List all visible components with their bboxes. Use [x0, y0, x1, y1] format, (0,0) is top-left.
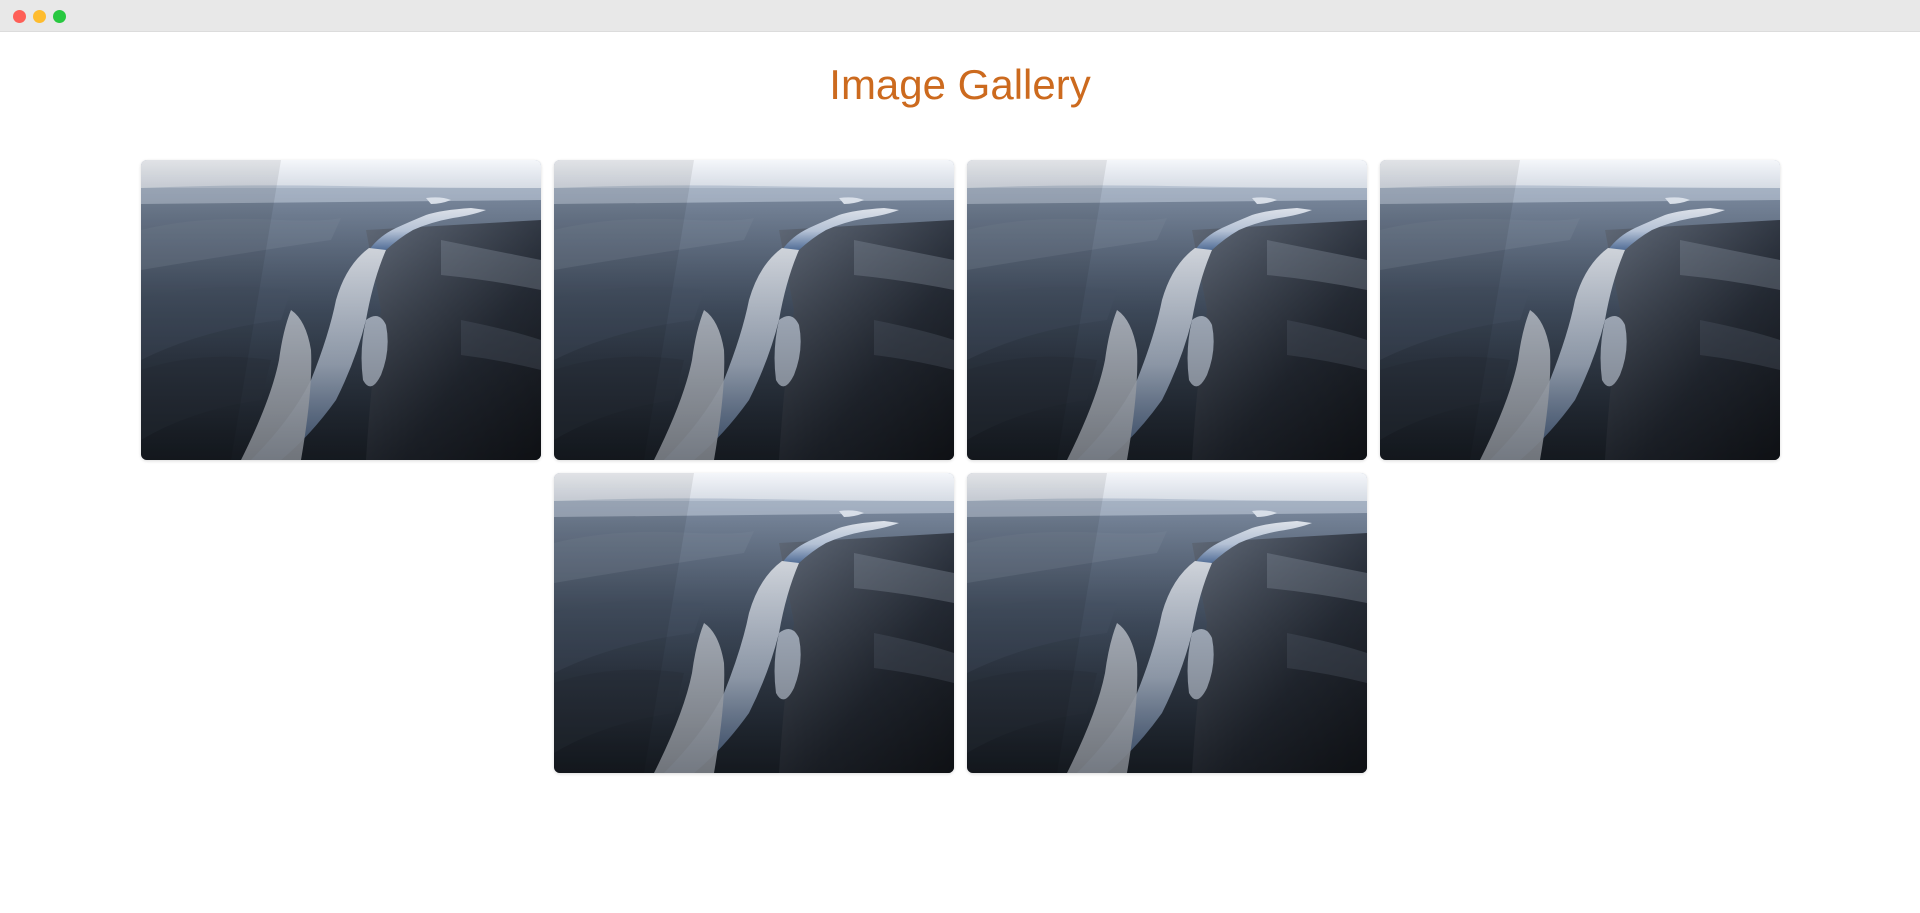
- gallery-image[interactable]: [966, 473, 1367, 773]
- gallery-image[interactable]: [553, 473, 954, 773]
- close-window-button[interactable]: [13, 10, 26, 23]
- maximize-window-button[interactable]: [53, 10, 66, 23]
- page-title: Image Gallery: [829, 61, 1091, 108]
- image-gallery-grid: [140, 160, 1780, 773]
- waterfall-canyon-photo: [966, 160, 1367, 460]
- gallery-image[interactable]: [553, 160, 954, 460]
- browser-window: Image Gallery: [0, 0, 1920, 913]
- waterfall-canyon-photo: [1379, 160, 1780, 460]
- waterfall-canyon-photo: [553, 160, 954, 460]
- minimize-window-button[interactable]: [33, 10, 46, 23]
- page-content: Image Gallery: [0, 32, 1920, 913]
- gallery-image[interactable]: [140, 160, 541, 460]
- gallery-image[interactable]: [966, 160, 1367, 460]
- waterfall-canyon-photo: [966, 473, 1367, 773]
- waterfall-canyon-photo: [140, 160, 541, 460]
- gallery-image[interactable]: [1379, 160, 1780, 460]
- window-titlebar: [0, 0, 1920, 32]
- waterfall-canyon-photo: [553, 473, 954, 773]
